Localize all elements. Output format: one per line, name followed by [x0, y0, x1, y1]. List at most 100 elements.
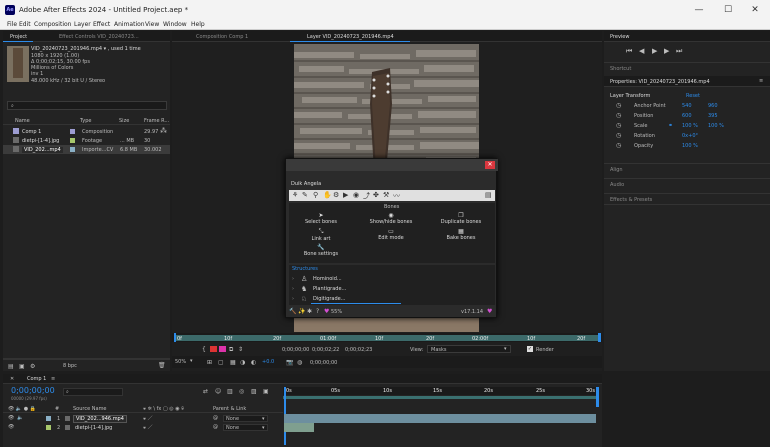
ripple-icon[interactable]: ⧉: [229, 346, 233, 354]
first-frame-icon[interactable]: ⏮: [626, 47, 632, 56]
heart-icon[interactable]: ♥: [487, 308, 492, 315]
tab-project[interactable]: Project: [10, 34, 27, 40]
maximize-icon[interactable]: ☐: [717, 3, 739, 17]
panel-menu-icon[interactable]: ≡: [759, 78, 763, 84]
work-area-bar[interactable]: [283, 396, 598, 399]
show-snapshot-icon[interactable]: ◍: [297, 359, 302, 366]
timeline-search-input[interactable]: ⌕: [63, 388, 123, 396]
align-section[interactable]: Align: [604, 163, 770, 175]
pin-icon[interactable]: ⤴: [363, 191, 370, 201]
frame-blending-icon[interactable]: ▥: [227, 388, 233, 395]
col-source-name[interactable]: Source Name: [73, 406, 107, 412]
folder-icon[interactable]: ▤: [8, 363, 14, 370]
duplicate-bones-button[interactable]: ❐ Duplicate bones: [429, 212, 493, 225]
audio-icon[interactable]: 🔈: [17, 415, 23, 421]
flowchart-icon[interactable]: ⁂: [160, 127, 167, 135]
last-frame-icon[interactable]: ⏭: [676, 47, 682, 56]
col-parent-link[interactable]: Parent & Link: [213, 406, 246, 412]
col-frame-rate[interactable]: Frame R...: [144, 118, 169, 124]
structure-item-plantigrade[interactable]: › ♞ Plantigrade...: [292, 285, 492, 294]
visibility-icon[interactable]: 👁: [8, 424, 14, 430]
curve-icon[interactable]: 〰: [393, 191, 400, 201]
parent-dropdown[interactable]: None ▾: [223, 415, 268, 422]
timeline-layer-row[interactable]: 👁 🔈 1 VID_202...946.mp4 ⚹ ／ @ None ▾: [3, 414, 598, 423]
property-value[interactable]: 540: [682, 103, 692, 109]
layer-bar[interactable]: [284, 414, 596, 423]
property-value[interactable]: 100 %: [682, 123, 698, 129]
reset-button[interactable]: Reset: [686, 93, 700, 99]
camera-icon[interactable]: ◉: [353, 191, 359, 199]
duik-close-button[interactable]: ✕: [485, 161, 495, 169]
transparency-icon[interactable]: ▦: [230, 359, 236, 366]
stopwatch-icon[interactable]: ◷: [616, 142, 621, 149]
pickwhip-icon[interactable]: @: [213, 424, 218, 430]
out-time[interactable]: 0;00;02;23: [345, 347, 372, 353]
exposure-icon[interactable]: ◐: [251, 359, 256, 366]
pickwhip-icon[interactable]: @: [213, 415, 218, 421]
play-icon[interactable]: ▶: [343, 191, 348, 199]
stopwatch-icon[interactable]: ◷: [616, 122, 621, 129]
label-color-icon[interactable]: [46, 416, 51, 421]
menu-effect[interactable]: Effect: [93, 21, 110, 28]
project-row[interactable]: Comp 1 Composition 29.97 ⁂: [3, 127, 170, 136]
in-point-button[interactable]: [210, 346, 217, 352]
document-icon[interactable]: ▤: [485, 191, 492, 199]
layer-name[interactable]: dietpi-[1-4].jpg: [75, 425, 112, 431]
show-hide-bones-button[interactable]: ◉ Show/hide bones: [359, 212, 423, 225]
menu-help[interactable]: Help: [191, 21, 205, 28]
close-icon[interactable]: ✕: [10, 376, 14, 382]
tab-preview[interactable]: Preview: [610, 34, 629, 40]
tab-composition[interactable]: Composition Comp 1: [196, 34, 248, 40]
property-value[interactable]: 600: [682, 113, 692, 119]
lift-icon[interactable]: ⇕: [238, 346, 243, 353]
set-in-icon[interactable]: {: [202, 346, 206, 353]
menu-layer[interactable]: Layer: [74, 21, 91, 28]
stopwatch-icon[interactable]: ◷: [616, 132, 621, 139]
stopwatch-icon[interactable]: ◷: [616, 102, 621, 109]
help-icon[interactable]: ?: [316, 308, 319, 315]
project-row[interactable]: dietpi-[1-4].jpg Footage ... MB 30: [3, 136, 170, 145]
snapshot-icon[interactable]: 📷: [286, 359, 293, 366]
property-value[interactable]: 960: [708, 103, 718, 109]
heart-icon[interactable]: ♥: [324, 308, 329, 315]
stopwatch-icon[interactable]: ◷: [616, 112, 621, 119]
rig-icon[interactable]: ⚘: [292, 191, 298, 199]
magic-icon[interactable]: ✨: [298, 308, 305, 315]
property-value[interactable]: 100 %: [682, 143, 698, 149]
menu-composition[interactable]: Composition: [34, 21, 71, 28]
layer-switches-icon[interactable]: ⚹ ／: [143, 415, 153, 422]
timeline-layer-row[interactable]: 👁 2 dietpi-[1-4].jpg ⚹ ／ @ None ▾: [3, 423, 598, 432]
constraint-icon[interactable]: ✤: [373, 191, 379, 199]
render-checkbox[interactable]: ✓: [527, 346, 533, 352]
menu-window[interactable]: Window: [163, 21, 187, 28]
bake-bones-button[interactable]: ▦ Bake bones: [429, 228, 493, 241]
property-value[interactable]: 395: [708, 113, 718, 119]
out-point-marker[interactable]: [598, 333, 601, 342]
new-comp-icon[interactable]: ▣: [19, 363, 25, 370]
exposure-value[interactable]: +0.0: [262, 359, 274, 365]
view-dropdown[interactable]: Masks ▾: [427, 345, 511, 353]
project-row-selected[interactable]: VID_202...mp4 Importe...CV 6.8 MB 30.002: [3, 145, 170, 154]
shortcut-section[interactable]: Shortcut: [604, 62, 770, 72]
timeline-timecode[interactable]: 0;00;00;00: [11, 386, 55, 395]
minimize-icon[interactable]: —: [688, 3, 710, 17]
visibility-icon[interactable]: 👁: [8, 415, 14, 421]
tab-effect-controls[interactable]: Effect Controls VID_20240723...: [59, 34, 139, 40]
effects-presets-section[interactable]: Effects & Presets: [604, 193, 770, 205]
tool-icon[interactable]: 🔨: [289, 308, 296, 315]
render-icon[interactable]: ▣: [263, 388, 269, 395]
automation-icon[interactable]: ⚙: [333, 191, 339, 199]
menu-edit[interactable]: Edit: [19, 21, 31, 28]
in-time[interactable]: 0;00;00;00: [282, 347, 309, 353]
link-icon[interactable]: ⚲: [313, 191, 318, 199]
layer-name[interactable]: VID_202...946.mp4: [73, 415, 127, 423]
comp-end-marker[interactable]: [596, 387, 599, 407]
zoom-dropdown[interactable]: 50% ▾: [174, 358, 196, 366]
settings-icon[interactable]: ⚙: [30, 363, 35, 370]
property-value[interactable]: 0x+0°: [682, 133, 698, 139]
link-art-button[interactable]: ⤡ Link art: [291, 228, 351, 242]
link-icon[interactable]: ⚭: [668, 122, 673, 129]
color-icon[interactable]: ◑: [240, 359, 245, 366]
bpc-label[interactable]: 8 bpc: [63, 363, 77, 369]
current-time-display[interactable]: 0;00;00;00: [310, 360, 337, 366]
